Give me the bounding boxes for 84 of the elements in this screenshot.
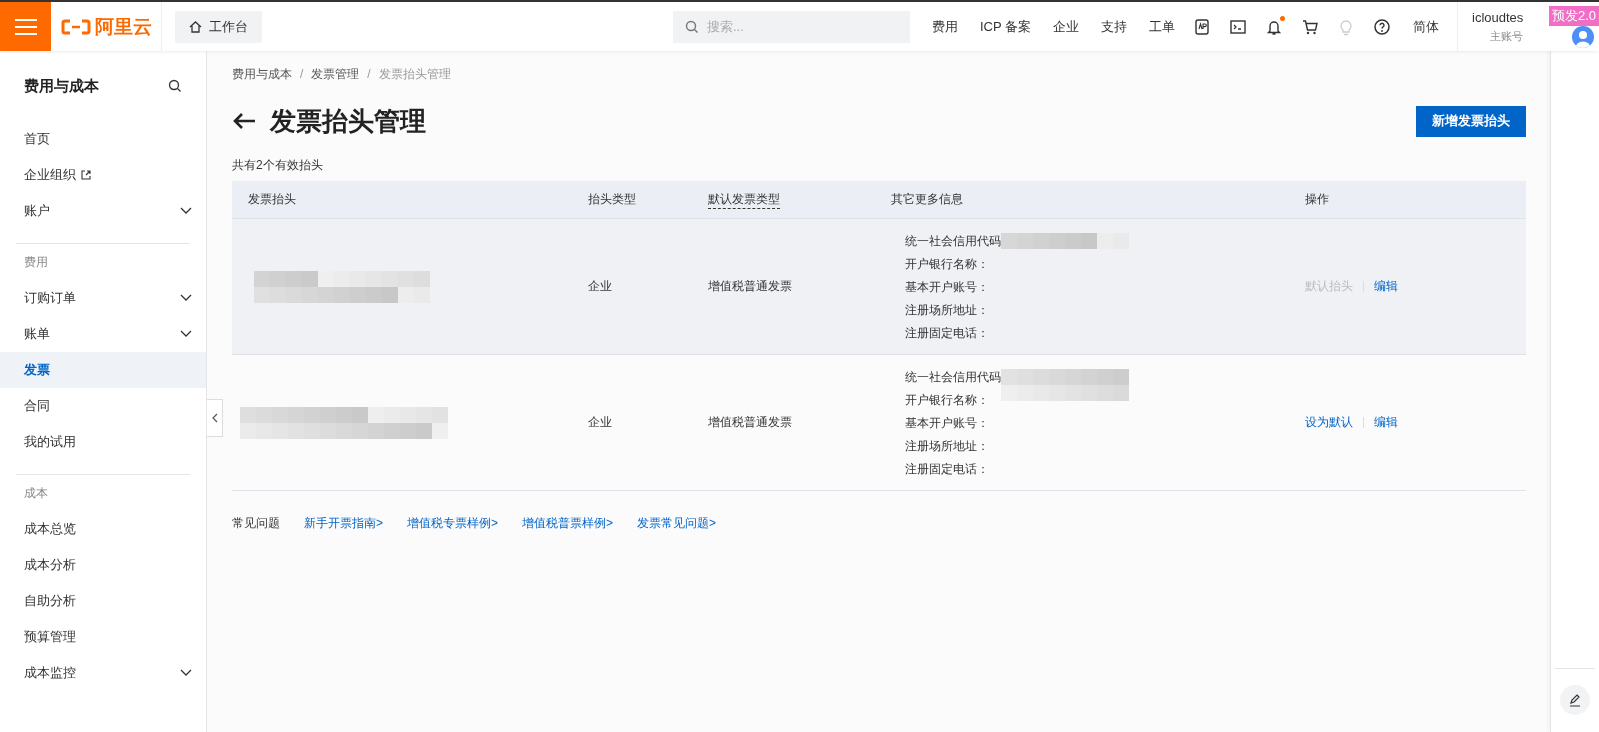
logo-icon bbox=[60, 18, 91, 35]
faq-link[interactable]: 发票常见问题> bbox=[637, 515, 717, 532]
faq-link[interactable]: 增值税普票样例> bbox=[522, 515, 614, 532]
breadcrumb-link[interactable]: 费用与成本 bbox=[232, 65, 292, 83]
chevron-icon bbox=[180, 330, 192, 338]
sidebar-item[interactable]: 账单 bbox=[0, 316, 206, 352]
faq-link[interactable]: 新手开票指南> bbox=[304, 515, 383, 532]
menu-button[interactable] bbox=[0, 2, 51, 51]
sidebar-item[interactable]: 自助分析 bbox=[0, 583, 206, 619]
account-role: 主账号 bbox=[1490, 28, 1524, 44]
workbench-button[interactable]: 工作台 bbox=[175, 10, 262, 43]
nav-link[interactable]: ICP 备案 bbox=[979, 17, 1031, 36]
page-title: 发票抬头管理 bbox=[270, 104, 426, 138]
sidebar-item[interactable]: 成本总览 bbox=[0, 511, 206, 547]
sidebar-section-heading: 成本 bbox=[23, 484, 49, 502]
chevron-left-icon bbox=[211, 413, 218, 423]
faq-label: 常见问题 bbox=[232, 515, 280, 532]
back-arrow-icon[interactable] bbox=[232, 112, 256, 130]
cart-icon[interactable] bbox=[1301, 17, 1319, 36]
column-header: 操作 bbox=[1305, 191, 1330, 208]
search-icon[interactable] bbox=[168, 79, 182, 93]
breadcrumb-separator: / bbox=[300, 67, 304, 81]
bell-icon[interactable] bbox=[1265, 17, 1283, 36]
row-action-link[interactable]: 编辑 bbox=[1374, 414, 1398, 431]
nav-link[interactable]: 费用 bbox=[931, 17, 958, 36]
table-cell-text: 企业 bbox=[588, 414, 613, 431]
info-label: 统一社会信用代码 bbox=[905, 368, 1001, 385]
environment-badge: 预发2.0 bbox=[1548, 6, 1599, 26]
sidebar-item[interactable]: 账户 bbox=[0, 193, 206, 229]
help-icon[interactable] bbox=[1373, 17, 1391, 36]
sidebar-title: 费用与成本 bbox=[24, 76, 99, 96]
pencil-icon bbox=[1568, 693, 1582, 707]
menu-icon bbox=[14, 18, 37, 35]
search-field[interactable]: 搜索... bbox=[672, 10, 910, 43]
search-icon bbox=[684, 19, 699, 34]
sidebar-item[interactable]: 预算管理 bbox=[0, 619, 206, 655]
table-cell-text: 增值税普通发票 bbox=[708, 414, 793, 431]
nav-link[interactable]: 支持 bbox=[1101, 17, 1127, 36]
home-icon bbox=[189, 20, 202, 33]
edit-button[interactable] bbox=[1560, 685, 1590, 715]
info-label: 注册场所地址： bbox=[905, 301, 989, 318]
table-cell-text: 增值税普通发票 bbox=[708, 278, 793, 295]
row-action-link[interactable]: 设为默认 bbox=[1305, 414, 1353, 431]
row-action-link[interactable]: 编辑 bbox=[1374, 278, 1398, 295]
add-invoice-title-button[interactable]: 新增发票抬头 bbox=[1416, 105, 1526, 137]
chevron-icon bbox=[180, 669, 192, 677]
sidebar-section-heading: 费用 bbox=[23, 253, 49, 271]
nav-link[interactable]: 工单 bbox=[1149, 17, 1175, 36]
count-text: 共有2个有效抬头 bbox=[232, 157, 324, 174]
sidebar-item[interactable]: 成本监控 bbox=[0, 655, 206, 691]
sidebar-item[interactable]: 发票 bbox=[0, 352, 206, 388]
faq-link[interactable]: 增值税专票样例> bbox=[407, 515, 499, 532]
breadcrumb-separator: / bbox=[367, 67, 371, 81]
language-link[interactable]: 简体 bbox=[1413, 17, 1439, 36]
info-label: 基本开户账号： bbox=[905, 414, 989, 431]
column-header: 其它更多信息 bbox=[891, 191, 964, 208]
table-cell-text: 企业 bbox=[588, 278, 613, 295]
sidebar-item[interactable]: 首页 bbox=[0, 121, 206, 157]
sidebar-item[interactable]: 合同 bbox=[0, 388, 206, 424]
chevron-icon bbox=[180, 207, 192, 215]
info-label: 注册固定电话： bbox=[905, 460, 989, 477]
info-label: 基本开户账号： bbox=[905, 278, 989, 295]
user-name[interactable]: icloudtes bbox=[1472, 9, 1524, 25]
sidebar-item[interactable]: 成本分析 bbox=[0, 547, 206, 583]
column-header[interactable]: 默认发票类型 bbox=[708, 190, 780, 209]
info-label: 开户银行名称： bbox=[905, 255, 989, 272]
column-header: 抬头类型 bbox=[588, 191, 637, 208]
info-label: 注册固定电话： bbox=[905, 324, 989, 341]
logo-text: 阿里云 bbox=[94, 14, 152, 39]
avatar-icon[interactable] bbox=[1572, 26, 1594, 48]
info-label: 开户银行名称： bbox=[905, 391, 989, 408]
sidebar-item[interactable]: 我的试用 bbox=[0, 424, 206, 460]
info-label: 统一社会信用代码 bbox=[905, 232, 1001, 249]
column-header: 发票抬头 bbox=[247, 191, 297, 208]
sidebar-item[interactable]: 订购订单 bbox=[0, 280, 206, 316]
info-label: 注册场所地址： bbox=[905, 437, 989, 454]
breadcrumb-link[interactable]: 发票管理 bbox=[311, 65, 360, 83]
nav-link[interactable]: 企业 bbox=[1053, 17, 1079, 36]
external-link-icon bbox=[81, 170, 91, 180]
sidebar-item[interactable]: 企业组织 bbox=[0, 157, 206, 193]
chevron-icon bbox=[180, 294, 192, 302]
app-icon[interactable] bbox=[1193, 17, 1211, 36]
terminal-icon[interactable] bbox=[1229, 17, 1247, 36]
notification-dot bbox=[1280, 15, 1285, 21]
